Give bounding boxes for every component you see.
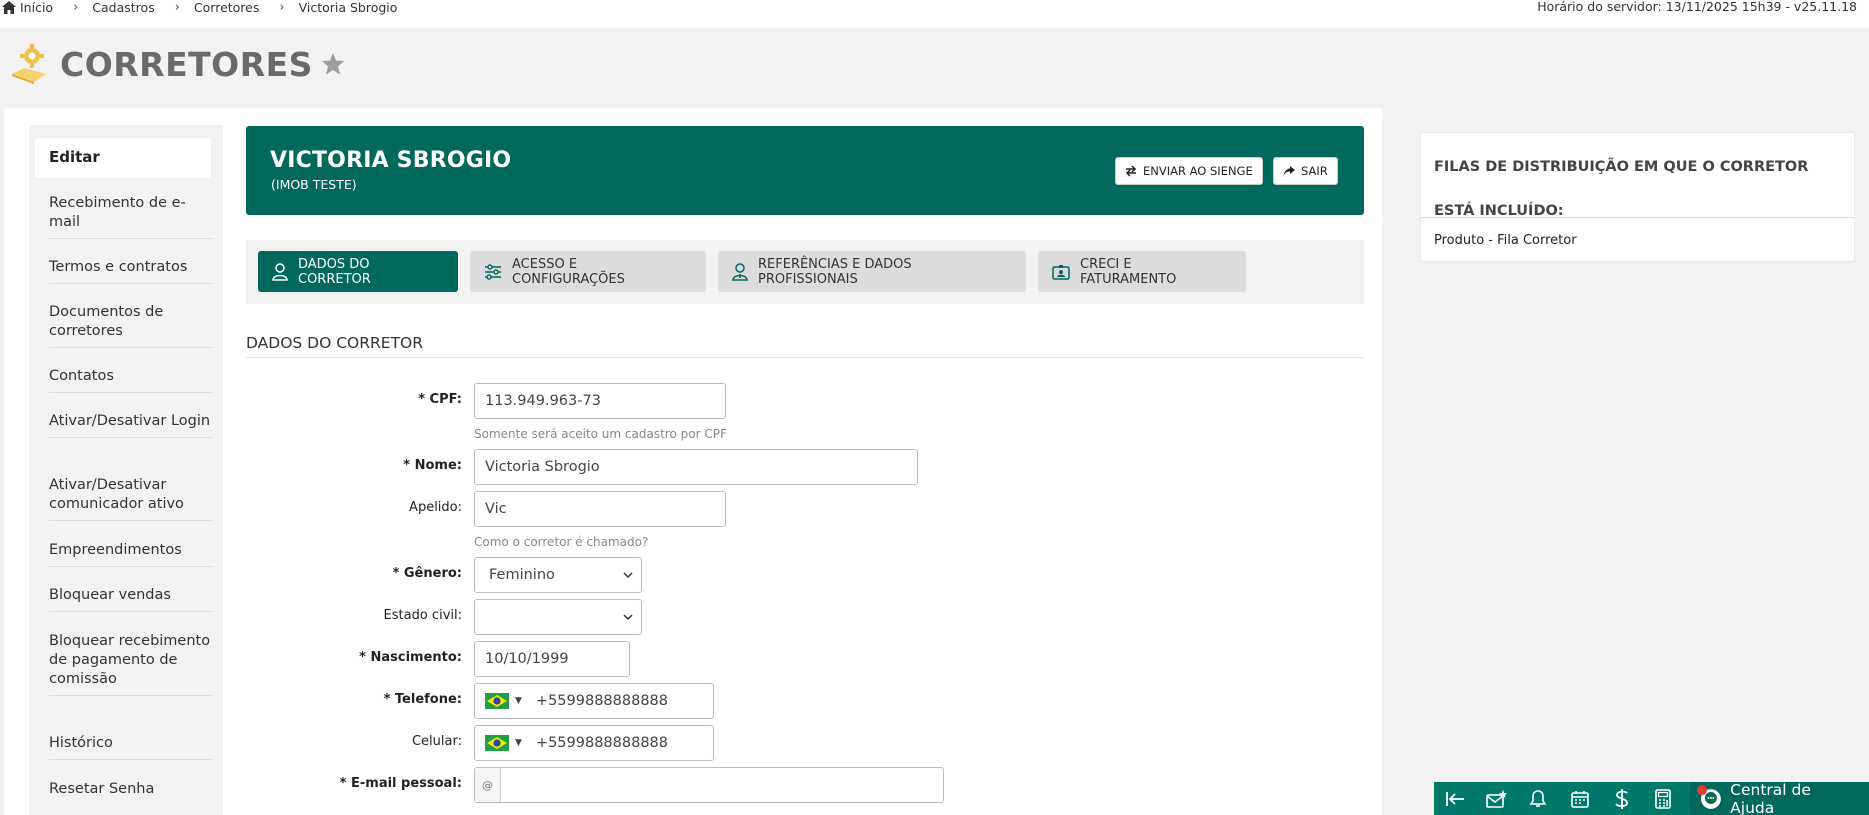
bell-icon[interactable] — [1517, 782, 1559, 815]
sidebar-item-bloquear-comissao[interactable]: Bloquear recebimento de pagamento de com… — [49, 632, 213, 696]
tab-label: ACESSO E CONFIGURAÇÕES — [512, 256, 625, 287]
distribution-item: Produto - Fila Corretor — [1434, 233, 1577, 248]
breadcrumb: Início › Cadastros › Corretores › Victor… — [2, 0, 398, 15]
cpf-input[interactable]: 113.949.963-73 — [474, 383, 726, 419]
tabs-bar: DADOS DO CORRETOR ACESSO E CONFIGURAÇÕES… — [246, 240, 1364, 304]
sidebar-item-ativar-login[interactable]: Ativar/Desativar Login — [49, 412, 213, 438]
genero-select[interactable]: Feminino — [474, 557, 642, 593]
tab-dados-corretor[interactable]: DADOS DO CORRETOR — [258, 251, 458, 292]
cpf-hint: Somente será aceito um cadastro por CPF — [474, 427, 727, 441]
genero-value: Feminino — [489, 567, 555, 583]
chevron-right-icon: › — [73, 0, 79, 15]
tab-referencias[interactable]: REFERÊNCIAS E DADOS PROFISSIONAIS — [718, 251, 1026, 292]
send-sienge-label: ENVIAR AO SIENGE — [1143, 164, 1253, 178]
cpf-label: * CPF: — [418, 392, 462, 407]
broker-name: VICTORIA SBROGIO — [270, 148, 512, 173]
page-title: CORRETORES — [60, 44, 313, 84]
apelido-hint: Como o corretor é chamado? — [474, 535, 649, 549]
section-title: DADOS DO CORRETOR — [246, 334, 424, 352]
swap-icon — [1125, 165, 1137, 177]
distribution-title: FILAS DE DISTRIBUIÇÃO EM QUE O CORRETOR … — [1434, 159, 1809, 219]
celular-input[interactable]: ▼ +5599888888888 — [474, 725, 714, 761]
send-sienge-button[interactable]: ENVIAR AO SIENGE — [1115, 157, 1263, 185]
email-label: * E-mail pessoal: — [339, 776, 462, 791]
sidebar-item-empreendimentos[interactable]: Empreendimentos — [49, 541, 213, 567]
telefone-input[interactable]: ▼ +5599888888888 — [474, 683, 714, 719]
server-time: Horário do servidor: 13/11/2025 15h39 - … — [1537, 0, 1857, 14]
caret-down-icon[interactable]: ▼ — [515, 738, 522, 748]
breadcrumb-cadastros[interactable]: Cadastros — [92, 0, 154, 15]
id-card-icon — [1052, 264, 1070, 280]
chevron-right-icon: › — [174, 0, 180, 15]
estado-civil-label: Estado civil: — [383, 608, 462, 623]
tab-label: REFERÊNCIAS E DADOS PROFISSIONAIS — [758, 256, 912, 287]
professional-icon — [732, 262, 748, 281]
user-icon — [272, 262, 288, 281]
brazil-flag-icon[interactable] — [485, 735, 509, 751]
help-center-button[interactable]: Central de Ajuda — [1690, 780, 1869, 815]
apelido-input[interactable]: Vic — [474, 491, 726, 527]
breadcrumb-corretores[interactable]: Corretores — [194, 0, 259, 15]
apelido-label: Apelido: — [409, 500, 462, 515]
notification-dot — [1697, 785, 1707, 795]
chevron-down-icon — [623, 572, 633, 579]
sidebar-item-recebimento-email[interactable]: Recebimento de e-mail — [49, 194, 213, 239]
section-divider — [246, 357, 1364, 358]
favorite-star-icon[interactable] — [321, 52, 345, 76]
distribution-divider — [1421, 217, 1854, 218]
estado-civil-select[interactable] — [474, 599, 642, 635]
nascimento-label: * Nascimento: — [359, 650, 462, 665]
top-bar: Início › Cadastros › Corretores › Victor… — [0, 0, 1869, 28]
celular-label: Celular: — [411, 734, 462, 749]
caret-down-icon[interactable]: ▼ — [515, 696, 522, 706]
help-center-label: Central de Ajuda — [1730, 780, 1811, 815]
broker-company: (IMOB TESTE) — [271, 177, 357, 192]
chevron-right-icon: › — [279, 0, 285, 15]
telefone-label: * Telefone: — [383, 692, 462, 707]
celular-value: +5599888888888 — [535, 735, 669, 751]
page-header: CORRETORES — [10, 44, 345, 84]
sidebar-item-resetar-senha[interactable]: Resetar Senha — [49, 780, 213, 805]
mail-star-icon[interactable] — [1476, 782, 1518, 815]
email-at-addon: @ — [475, 768, 501, 802]
tab-label: DADOS DO CORRETOR — [298, 256, 371, 287]
exit-button[interactable]: SAIR — [1273, 157, 1338, 185]
email-field: @ — [474, 767, 944, 803]
telefone-value: +5599888888888 — [535, 693, 669, 709]
sidebar-item-comunicador[interactable]: Ativar/Desativar comunicador ativo — [49, 476, 213, 521]
nascimento-input[interactable]: 10/10/1999 — [474, 641, 630, 677]
bottom-toolbar: Central de Ajuda — [1434, 780, 1869, 815]
calculator-icon[interactable] — [1643, 782, 1685, 815]
share-arrow-icon — [1283, 166, 1295, 176]
tab-creci-faturamento[interactable]: CRECI E FATURAMENTO — [1038, 251, 1246, 292]
collapse-left-icon[interactable] — [1434, 782, 1476, 815]
chevron-down-icon — [623, 614, 633, 621]
sidebar-item-bloquear-vendas[interactable]: Bloquear vendas — [49, 586, 213, 612]
exit-label: SAIR — [1301, 164, 1328, 178]
nome-input[interactable]: Victoria Sbrogio — [474, 449, 918, 485]
tab-acesso-configuracoes[interactable]: ACESSO E CONFIGURAÇÕES — [470, 251, 706, 292]
dollar-icon[interactable] — [1601, 782, 1643, 815]
broker-header: VICTORIA SBROGIO (IMOB TESTE) ENVIAR AO … — [246, 126, 1364, 215]
breadcrumb-current: Victoria Sbrogio — [298, 0, 398, 15]
sidebar-item-historico[interactable]: Histórico — [49, 734, 213, 760]
brokers-logo-icon — [12, 44, 46, 84]
sliders-icon — [485, 263, 501, 280]
tab-label: CRECI E FATURAMENTO — [1080, 256, 1177, 287]
breadcrumb-home[interactable]: Início — [20, 0, 53, 15]
sidebar: Editar Recebimento de e-mail Termos e co… — [29, 125, 223, 815]
calendar-icon[interactable] — [1559, 782, 1601, 815]
sidebar-item-editar[interactable]: Editar — [35, 138, 211, 178]
sidebar-item-termos[interactable]: Termos e contratos — [49, 258, 213, 284]
distribution-card: FILAS DE DISTRIBUIÇÃO EM QUE O CORRETOR … — [1421, 133, 1854, 261]
nome-label: * Nome: — [403, 458, 462, 473]
brazil-flag-icon[interactable] — [485, 693, 509, 709]
home-icon[interactable] — [2, 0, 16, 14]
sidebar-item-documentos[interactable]: Documentos de corretores — [49, 303, 213, 348]
genero-label: * Gênero: — [392, 566, 462, 581]
sidebar-item-contatos[interactable]: Contatos — [49, 367, 213, 393]
